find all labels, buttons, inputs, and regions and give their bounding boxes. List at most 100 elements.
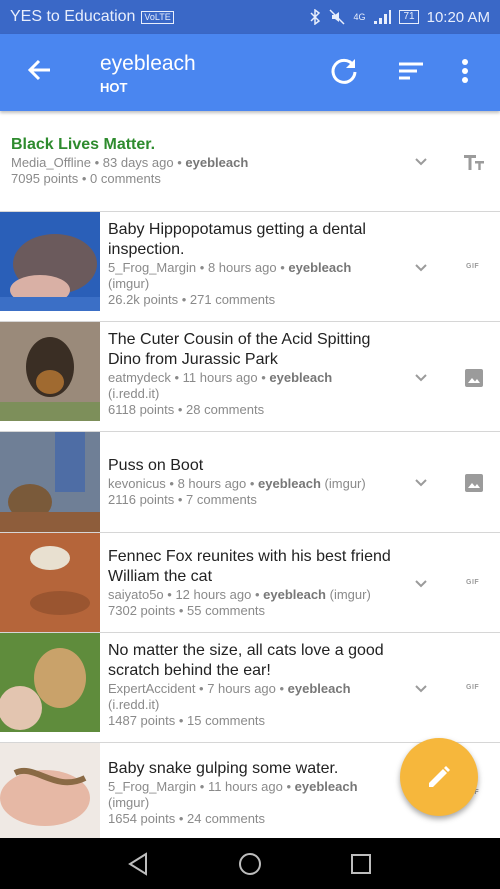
post-thumbnail[interactable] (0, 432, 100, 532)
subreddit-title: eyebleach (100, 52, 196, 75)
post-age: 8 hours ago (207, 260, 277, 275)
post-age: 83 days ago (102, 155, 174, 170)
post-item[interactable]: Fennec Fox reunites with his best friend… (0, 533, 500, 633)
post-title: Fennec Fox reunites with his best friend… (108, 548, 391, 585)
post-points: 2116 points (108, 492, 175, 507)
carrier-name: YES to Education (10, 8, 136, 25)
post-author: kevonicus (108, 476, 166, 491)
post-title: No matter the size, all cats love a good… (108, 642, 384, 679)
app-bar: eyebleach HOT (0, 34, 500, 111)
chevron-down-icon[interactable] (411, 151, 431, 171)
post-domain: (imgur) (108, 276, 150, 291)
carrier-info: YES to Education VoLTE (10, 8, 174, 26)
post-title: Puss on Boot (108, 457, 204, 474)
nav-recents-icon[interactable] (350, 853, 372, 875)
image-icon (465, 369, 483, 387)
post-comments: 24 comments (187, 811, 266, 826)
battery-icon: 71 (399, 10, 419, 24)
post-age: 11 hours ago (182, 370, 258, 385)
post-content: No matter the size, all cats love a good… (108, 641, 398, 729)
post-title: Baby snake gulping some water. (108, 760, 339, 777)
post-comments: 7 comments (186, 492, 257, 507)
signal-icon (374, 10, 392, 24)
status-icons: 4G 71 10:20 AM (309, 9, 490, 26)
post-stats: 7095 points • 0 comments (11, 171, 161, 186)
post-item[interactable]: Puss on Boot kevonicus • 8 hours ago • e… (0, 432, 500, 533)
post-content: Baby snake gulping some water. 5_Frog_Ma… (108, 759, 398, 827)
post-thumbnail[interactable] (0, 212, 100, 311)
post-comments: 15 comments (187, 713, 266, 728)
gif-type-label: GIF (466, 579, 480, 586)
chevron-down-icon[interactable] (411, 573, 431, 593)
post-comments: 28 comments (186, 402, 265, 417)
post-content: Black Lives Matter. Media_Offline • 83 d… (11, 135, 391, 187)
post-stats: 1654 points • 24 comments (108, 811, 266, 826)
more-vert-icon[interactable] (455, 56, 475, 86)
clock: 10:20 AM (426, 8, 490, 26)
post-thumbnail[interactable] (0, 633, 100, 732)
text-icon (464, 155, 484, 170)
image-icon (465, 474, 483, 492)
post-title: The Cuter Cousin of the Acid Spitting Di… (108, 331, 371, 368)
post-subreddit: eyebleach (185, 155, 249, 170)
chevron-down-icon[interactable] (411, 367, 431, 387)
post-meta: eatmydeck • 11 hours ago • eyebleach (108, 370, 333, 385)
post-author: 5_Frog_Margin (108, 260, 197, 275)
chevron-down-icon[interactable] (411, 678, 431, 698)
post-thumbnail[interactable] (0, 533, 100, 632)
post-author: 5_Frog_Margin (108, 779, 197, 794)
post-comments: 271 comments (189, 292, 276, 307)
post-points: 7095 points (11, 171, 79, 186)
subreddit-title-block: eyebleach HOT (100, 51, 196, 97)
post-subreddit: eyebleach (287, 681, 351, 696)
post-content: Fennec Fox reunites with his best friend… (108, 547, 398, 619)
post-age: 11 hours ago (207, 779, 283, 794)
post-author: saiyato5o (108, 587, 164, 602)
post-title: Black Lives Matter. (11, 136, 156, 153)
post-thumbnail[interactable] (0, 322, 100, 421)
post-author: ExpertAccident (108, 681, 196, 696)
post-item[interactable]: Baby Hippopotamus getting a dental inspe… (0, 212, 500, 322)
chevron-down-icon[interactable] (411, 257, 431, 277)
post-stats: 1487 points • 15 comments (108, 713, 266, 728)
bluetooth-icon (310, 9, 321, 25)
post-thumbnail[interactable] (0, 743, 100, 838)
chevron-down-icon[interactable] (411, 472, 431, 492)
system-nav-bar (0, 838, 500, 889)
post-item[interactable]: The Cuter Cousin of the Acid Spitting Di… (0, 322, 500, 432)
sort-icon[interactable] (396, 56, 426, 86)
post-item[interactable]: No matter the size, all cats love a good… (0, 633, 500, 743)
post-subreddit: eyebleach (263, 587, 326, 602)
arrow-left-icon[interactable] (26, 56, 54, 84)
nav-back-icon[interactable] (127, 852, 149, 876)
post-points: 7302 points (108, 603, 176, 618)
post-subreddit: eyebleach (258, 476, 321, 491)
gif-type-label: GIF (466, 263, 480, 270)
post-author: Media_Offline (11, 155, 91, 170)
post-domain: (imgur) (329, 587, 371, 602)
status-bar: YES to Education VoLTE 4G 71 10:20 AM (0, 0, 500, 34)
post-age: 12 hours ago (175, 587, 252, 602)
post-meta: ExpertAccident • 7 hours ago • eyebleach (108, 681, 351, 696)
post-points: 6118 points (108, 402, 175, 417)
post-meta: Media_Offline • 83 days ago • eyebleach (11, 155, 249, 170)
post-content: Puss on Boot kevonicus • 8 hours ago • e… (108, 456, 398, 508)
post-domain: (i.redd.it) (108, 697, 160, 712)
post-comments: 55 comments (187, 603, 266, 618)
post-domain: (i.redd.it) (108, 386, 160, 401)
compose-button[interactable] (400, 738, 478, 816)
post-meta: saiyato5o • 12 hours ago • eyebleach (im… (108, 587, 371, 602)
post-age: 7 hours ago (207, 681, 276, 696)
post-domain: (imgur) (324, 476, 366, 491)
post-subreddit: eyebleach (294, 779, 358, 794)
post-points: 26.2k points (108, 292, 179, 307)
network-type: 4G (353, 12, 366, 22)
post-points: 1654 points (108, 811, 176, 826)
refresh-icon[interactable] (329, 56, 359, 86)
post-meta: kevonicus • 8 hours ago • eyebleach (img… (108, 476, 366, 491)
post-item[interactable]: Black Lives Matter. Media_Offline • 83 d… (0, 111, 500, 212)
nav-home-icon[interactable] (238, 852, 262, 876)
post-points: 1487 points (108, 713, 176, 728)
post-content: The Cuter Cousin of the Acid Spitting Di… (108, 330, 398, 418)
post-comments: 0 comments (90, 171, 161, 186)
